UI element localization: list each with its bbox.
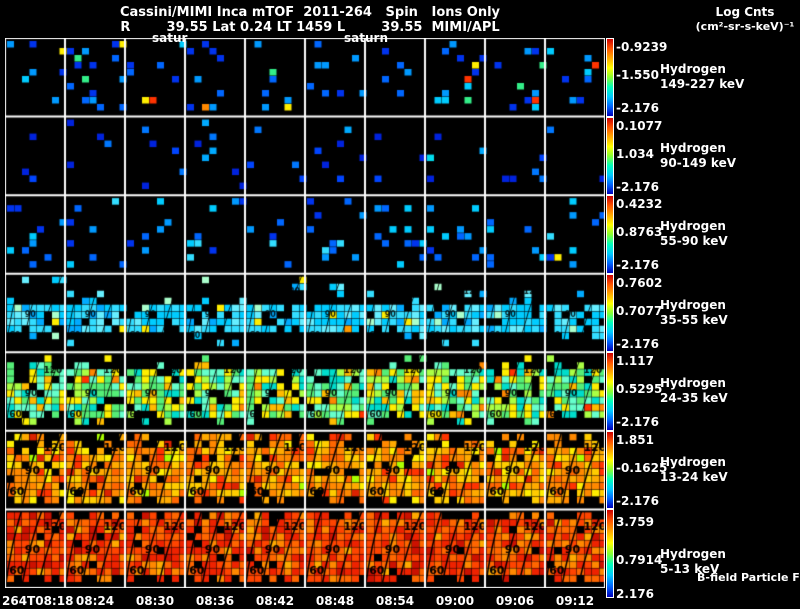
energy-band-label: Hydrogen 55-90 keV [660, 219, 728, 249]
energy-band-label: Hydrogen 35-55 keV [660, 297, 728, 327]
colorbar-scale-bottom: -2.176 [616, 101, 659, 115]
time-axis-label: 08:36 [195, 594, 235, 608]
colorbar-scale-top: -0.9239 [616, 40, 668, 54]
colorbar-scale-top: 0.1077 [616, 118, 663, 133]
time-axis-label: 08:30 [135, 594, 175, 608]
time-axis-label: 09:12 [555, 594, 595, 608]
saturn-position-label: satur [152, 31, 188, 45]
energy-band-label: Hydrogen 5-13 keV [660, 547, 726, 577]
colorbar-units-title: Log Cnts [715, 5, 775, 19]
time-axis-label: 08:54 [375, 594, 415, 608]
colorbar-scale-top: 1.851 [616, 432, 654, 447]
colorbar-scale-top: 1.117 [616, 354, 654, 369]
colorbar-segment [606, 430, 614, 510]
saturn-position-label: saturn [344, 31, 388, 45]
colorbar-scale-bottom: -2.176 [616, 179, 659, 194]
colorbar-segment [606, 38, 614, 117]
time-axis-label: 08:48 [315, 594, 355, 608]
page-subtitle: R 39.55 Lat 0.24 LT 1459 L 39.55 MIMI/AP… [120, 20, 500, 35]
time-axis-label: 264T08:18 [2, 594, 74, 608]
colorbar-segment [606, 509, 614, 598]
colorbar-segment [606, 352, 614, 431]
colorbar-scale-bottom: 2.176 [616, 587, 654, 602]
energy-band-label: Hydrogen 90-149 keV [660, 140, 736, 170]
spectrogram-panel-grid [5, 38, 605, 588]
time-axis-label: 08:42 [255, 594, 295, 608]
colorbar-scale-top: 3.759 [616, 515, 654, 530]
time-axis-label: 09:00 [435, 594, 475, 608]
colorbar-segment [606, 273, 614, 353]
colorbar-scale-bottom: -2.176 [616, 258, 659, 273]
colorbar-units-formula: (cm²-sr-s-keV)⁻¹ [695, 20, 795, 33]
page-title: Cassini/MIMI Inca mTOF 2011-264 Spin Ion… [119, 5, 501, 20]
colorbar-scale-top: 0.4232 [616, 197, 663, 212]
energy-band-label: Hydrogen 13-24 keV [660, 454, 728, 484]
colorbar-segment [606, 116, 614, 196]
colorbar-scale-bottom: -2.176 [616, 336, 659, 351]
time-axis-label: 09:06 [495, 594, 535, 608]
colorbar-scale-top: 0.7602 [616, 275, 663, 290]
cassini-mimi-spectrogram-window: Cassini/MIMI Inca mTOF 2011-264 Spin Ion… [0, 0, 800, 609]
time-axis-label: 08:24 [75, 594, 115, 608]
colorbar-scale-bottom: -2.176 [616, 415, 659, 430]
energy-band-label: Hydrogen 24-35 keV [660, 376, 728, 406]
colorbar-scale-bottom: -2.176 [616, 493, 659, 508]
energy-band-label: Hydrogen 149-227 keV [660, 62, 745, 91]
colorbar-segment [606, 195, 614, 274]
